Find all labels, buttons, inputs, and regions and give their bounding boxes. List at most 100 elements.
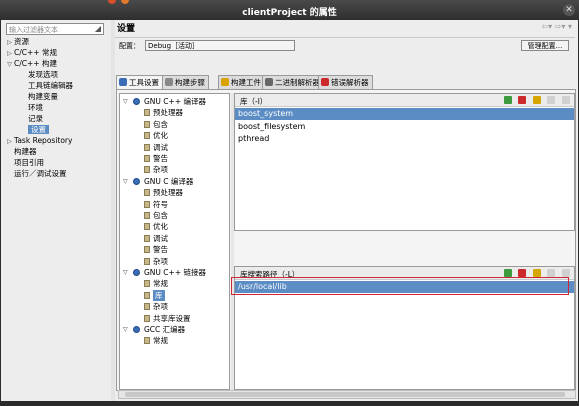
move-down-icon[interactable] (562, 96, 570, 104)
scrollbar-thumb[interactable] (125, 392, 565, 397)
move-up-icon[interactable] (547, 269, 556, 277)
nav-item[interactable]: 记录 (3, 113, 111, 124)
move-down-icon[interactable] (562, 269, 570, 277)
option-icon (144, 189, 150, 197)
option-label: 常规 (153, 279, 168, 289)
tool-node[interactable]: ▽ GNU C 编译器 (120, 176, 229, 187)
option-label: 符号 (153, 199, 168, 209)
nav-item[interactable]: 发现选项 (3, 69, 111, 80)
nav-item-label: 发现选项 (28, 70, 58, 79)
tab-label: 构建步骤 (175, 78, 205, 87)
option-icon (144, 223, 150, 231)
tool-node[interactable]: ▽ GCC 汇编器 (120, 324, 229, 335)
option-icon (144, 120, 150, 128)
list-item[interactable]: pthread (235, 133, 574, 145)
option-node[interactable]: 杂项 (120, 301, 229, 312)
edit-icon[interactable] (532, 96, 541, 104)
config-select[interactable]: Debug［活动］ (145, 40, 295, 51)
forward-icon[interactable]: ⇨▾ (555, 22, 566, 31)
nav-item[interactable]: ▽ C/C++ 构建 (3, 58, 111, 69)
option-node[interactable]: 杂项 (120, 164, 229, 175)
tab-item[interactable]: 二进制解析器 (262, 75, 324, 89)
expanded-arrow-icon[interactable]: ▽ (123, 324, 128, 335)
close-icon[interactable]: ✕ (563, 4, 575, 16)
option-label: 常规 (153, 336, 168, 346)
option-node[interactable]: 调试 (120, 233, 229, 244)
option-icon (144, 314, 150, 322)
option-icon (144, 280, 150, 288)
filter-placeholder: 输入过滤器文本 (9, 26, 58, 34)
option-node[interactable]: 库 (120, 289, 229, 301)
option-label: 杂项 (153, 256, 168, 266)
nav-item-label: 运行／调试设置 (14, 169, 67, 178)
move-up-icon[interactable] (547, 96, 556, 104)
option-node[interactable]: 警告 (120, 244, 229, 255)
nav-item[interactable]: ▷ C/C++ 常规 (3, 47, 111, 58)
horizontal-scrollbar[interactable] (118, 390, 576, 399)
tab-label: 二进制解析器 (275, 78, 320, 87)
option-node[interactable]: 共享库设置 (120, 313, 229, 324)
nav-item[interactable]: ▷ Task Repository (3, 135, 111, 146)
tool-node[interactable]: ▽ GNU C++ 编译器 (120, 96, 229, 107)
option-node[interactable]: 符号 (120, 199, 229, 210)
expanded-arrow-icon[interactable]: ▽ (123, 267, 128, 278)
tab-item[interactable]: 构建步骤 (162, 75, 209, 89)
option-node[interactable]: 杂项 (120, 256, 229, 267)
list-item[interactable]: boost_system (235, 108, 574, 120)
config-label: 配置： (119, 42, 140, 50)
nav-item[interactable]: 设置 (3, 124, 111, 135)
manage-config-button[interactable]: 管理配置... (521, 40, 569, 51)
expanded-arrow-icon[interactable]: ▽ (123, 176, 128, 187)
option-node[interactable]: 调试 (120, 142, 229, 153)
tab-label: 错误解析器 (331, 78, 369, 87)
option-icon (144, 166, 150, 174)
option-label: 优化 (153, 222, 168, 232)
nav-item[interactable]: 工具链编辑器 (3, 80, 111, 91)
option-icon (144, 257, 150, 265)
back-icon[interactable]: ⇦▾ (541, 22, 552, 31)
edit-icon[interactable] (532, 269, 541, 277)
option-label: 预处理器 (153, 188, 183, 198)
nav-item[interactable]: 构建变量 (3, 91, 111, 102)
option-node[interactable]: 包含 (120, 119, 229, 130)
clear-filter-icon[interactable]: ◢ (95, 24, 101, 33)
tab-label: 工具设置 (129, 78, 159, 87)
option-node[interactable]: 包含 (120, 210, 229, 221)
option-label: 库 (153, 289, 165, 301)
option-label: 优化 (153, 131, 168, 141)
option-node[interactable]: 优化 (120, 221, 229, 232)
tab-item[interactable]: 错误解析器 (318, 75, 373, 89)
tab-label: 构建工件 (231, 78, 261, 87)
nav-item[interactable]: 环境 (3, 102, 111, 113)
filter-input[interactable]: 输入过滤器文本 ◢ (6, 23, 104, 35)
option-node[interactable]: 常规 (120, 335, 229, 346)
nav-item[interactable]: ▷ 资源 (3, 36, 111, 47)
delete-icon[interactable] (518, 96, 527, 104)
option-node[interactable]: 预处理器 (120, 107, 229, 118)
menu-icon[interactable]: ▾ (568, 22, 572, 31)
option-icon (144, 109, 150, 117)
tab-item[interactable]: 构建工件 (218, 75, 265, 89)
option-node[interactable]: 优化 (120, 130, 229, 141)
tab-icon (221, 78, 229, 86)
option-node[interactable]: 预处理器 (120, 187, 229, 198)
option-node[interactable]: 警告 (120, 153, 229, 164)
delete-icon[interactable] (518, 269, 527, 277)
window-title: clientProject 的属性 (242, 8, 337, 18)
expanded-arrow-icon[interactable]: ▽ (123, 96, 128, 107)
nav-item[interactable]: 项目引用 (3, 157, 111, 168)
tab-item[interactable]: 工具设置 (116, 75, 163, 90)
add-icon[interactable] (503, 96, 512, 104)
option-icon (144, 337, 150, 345)
tab-icon (321, 78, 329, 86)
option-node[interactable]: 常规 (120, 278, 229, 289)
nav-item[interactable]: 运行／调试设置 (3, 168, 111, 179)
tool-node[interactable]: ▽ GNU C++ 链接器 (120, 267, 229, 278)
option-icon (144, 234, 150, 242)
nav-item[interactable]: 构建器 (3, 146, 111, 157)
list-item[interactable]: boost_filesystem (235, 121, 574, 133)
option-label: 杂项 (153, 302, 168, 312)
nav-item-label: 工具链编辑器 (28, 81, 73, 90)
option-icon (144, 155, 150, 162)
add-icon[interactable] (503, 269, 512, 277)
